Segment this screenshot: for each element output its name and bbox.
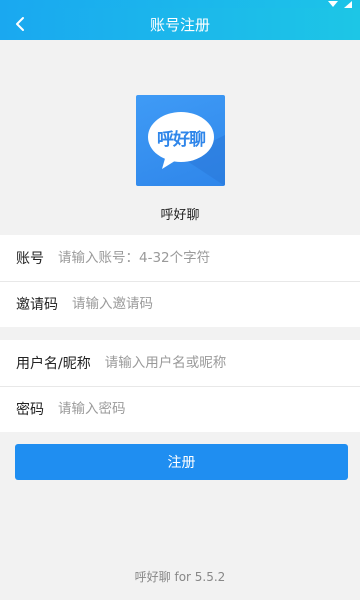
logo-text: 呼好聊 — [157, 130, 206, 150]
password-row: 密码 — [0, 386, 360, 432]
account-row: 账号 — [0, 235, 360, 281]
invite-code-input[interactable] — [72, 289, 360, 319]
profile-group: 用户名/昵称 密码 — [0, 340, 360, 432]
signal-icon — [344, 0, 352, 8]
invite-label: 邀请码 — [16, 297, 58, 313]
version-footer: 呼好聊 for 5.5.2 — [134, 570, 226, 584]
invite-row: 邀请码 — [0, 281, 360, 327]
status-bar — [0, 0, 360, 8]
wifi-icon — [328, 1, 338, 7]
nickname-input[interactable] — [104, 348, 360, 378]
page-title: 账号注册 — [149, 15, 210, 34]
register-button[interactable]: 注册 — [15, 444, 348, 480]
nav-bar: 账号注册 — [0, 8, 360, 40]
chevron-left-icon — [16, 17, 24, 31]
password-input[interactable] — [58, 394, 360, 424]
nickname-label: 用户名/昵称 — [16, 356, 91, 372]
nickname-row: 用户名/昵称 — [0, 340, 360, 386]
account-label: 账号 — [16, 251, 44, 267]
password-label: 密码 — [16, 402, 44, 418]
back-button[interactable] — [6, 10, 34, 38]
app-name: 呼好聊 — [160, 208, 200, 223]
app-logo: 呼好聊 — [136, 95, 225, 186]
account-group: 账号 邀请码 — [0, 235, 360, 327]
account-input[interactable] — [58, 243, 360, 273]
